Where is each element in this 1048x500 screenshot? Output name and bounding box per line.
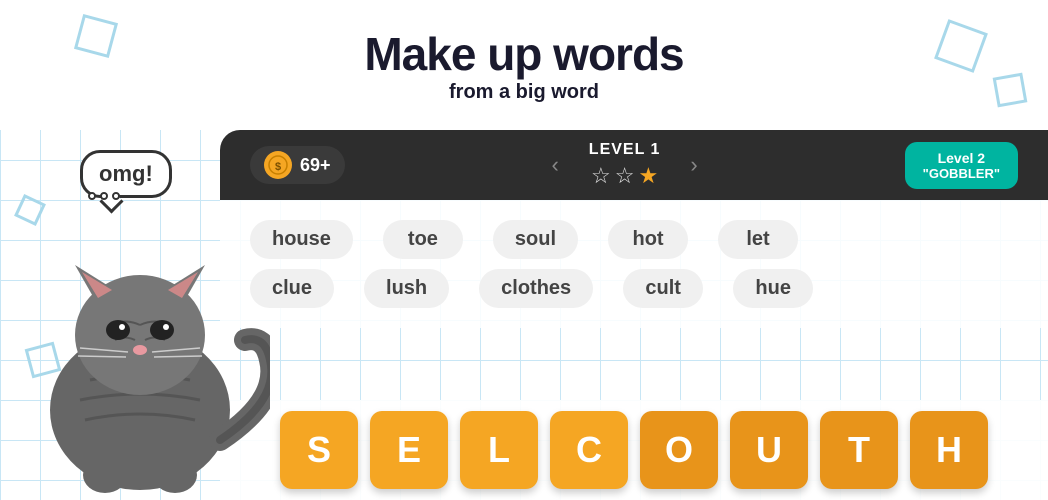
word-cult[interactable]: cult	[623, 269, 703, 308]
next-level-name: "GOBBLER"	[923, 166, 1000, 181]
star-2: ☆	[615, 163, 635, 189]
level-label: LEVEL 1	[589, 141, 661, 159]
star-1: ☆	[591, 163, 611, 189]
tile-E[interactable]: E	[370, 411, 448, 489]
prev-level-arrow[interactable]: ‹	[541, 147, 568, 183]
coin-amount: 69+	[300, 155, 331, 176]
subtitle: from a big word	[449, 81, 599, 104]
cat-illustration	[10, 160, 270, 500]
words-row-1: house toe soul hot let	[250, 220, 1018, 259]
tile-O[interactable]: O	[640, 411, 718, 489]
star-3: ★	[638, 163, 658, 189]
header: Make up words from a big word	[0, 0, 1048, 130]
word-toe[interactable]: toe	[383, 220, 463, 259]
word-lush[interactable]: lush	[364, 269, 449, 308]
words-area: house toe soul hot let clue lush clothes…	[220, 200, 1048, 328]
main-title: Make up words	[364, 27, 683, 81]
words-row-2: clue lush clothes cult hue	[250, 269, 1018, 308]
tile-L[interactable]: L	[460, 411, 538, 489]
deco-square-3	[993, 73, 1028, 108]
stars-container: ☆ ☆ ★	[591, 163, 658, 189]
cat-container: omg!	[0, 130, 280, 500]
word-soul[interactable]: soul	[493, 220, 578, 259]
tile-T[interactable]: T	[820, 411, 898, 489]
tile-H[interactable]: H	[910, 411, 988, 489]
game-top-bar: $ 69+ ‹ LEVEL 1 ☆ ☆ ★ › Level 2 "GOBBLER…	[220, 130, 1048, 200]
tile-S[interactable]: S	[280, 411, 358, 489]
tile-C[interactable]: C	[550, 411, 628, 489]
tile-U[interactable]: U	[730, 411, 808, 489]
word-hue[interactable]: hue	[733, 269, 813, 308]
word-clothes[interactable]: clothes	[479, 269, 593, 308]
next-level-badge[interactable]: Level 2 "GOBBLER"	[905, 142, 1018, 189]
next-level-text: Level 2	[938, 150, 985, 166]
word-let[interactable]: let	[718, 220, 798, 259]
next-level-arrow[interactable]: ›	[680, 147, 707, 183]
letter-tiles-area: S E L C O U T H	[220, 400, 1048, 500]
level-info: LEVEL 1 ☆ ☆ ★	[589, 141, 661, 189]
word-hot[interactable]: hot	[608, 220, 688, 259]
